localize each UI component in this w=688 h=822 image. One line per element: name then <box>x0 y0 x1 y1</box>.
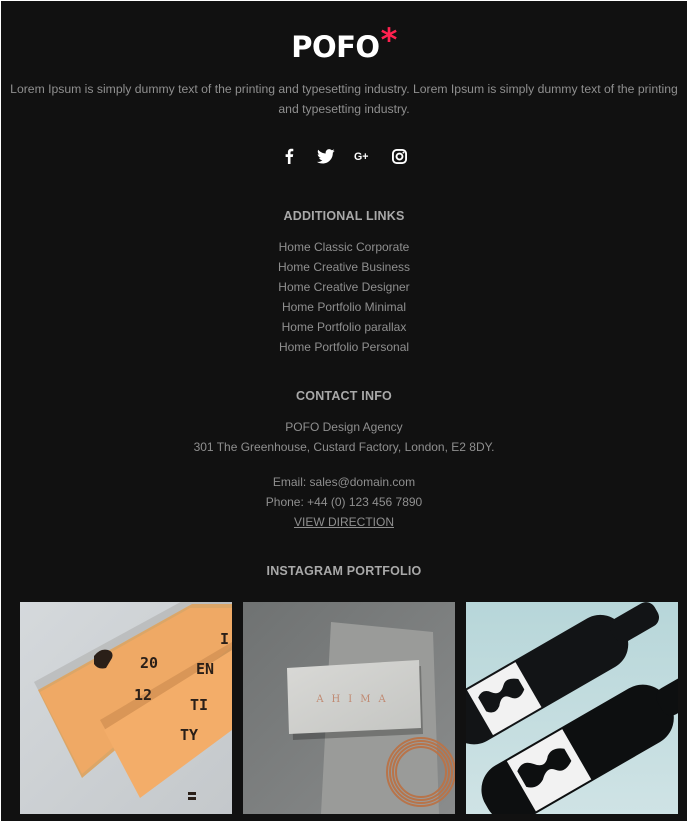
brand-name: POFO <box>291 30 380 64</box>
social-links: G+ <box>1 147 687 165</box>
facebook-icon[interactable] <box>280 147 298 165</box>
link-home-creative-designer[interactable]: Home Creative Designer <box>1 277 687 297</box>
instagram-icon[interactable] <box>391 147 409 165</box>
contact-details-block: Email: sales@domain.com Phone: +44 (0) 1… <box>1 472 687 532</box>
booklet-letter: TI <box>190 696 208 714</box>
additional-links-heading: ADDITIONAL LINKS <box>283 209 405 223</box>
booklet-letter: I <box>220 630 229 648</box>
link-home-classic-corporate[interactable]: Home Classic Corporate <box>1 237 687 257</box>
booklet-letter: TY <box>180 726 198 744</box>
company-address: 301 The Greenhouse, Custard Factory, Lon… <box>193 440 495 454</box>
instagram-portfolio-heading: INSTAGRAM PORTFOLIO <box>266 564 422 578</box>
view-direction-link[interactable]: VIEW DIRECTION <box>294 515 394 529</box>
contact-phone: Phone: +44 (0) 123 456 7890 <box>265 495 423 509</box>
business-card-text: AHIMA <box>315 694 393 705</box>
contact-email[interactable]: Email: sales@domain.com <box>1 472 687 492</box>
booklet-letter: 20 <box>140 654 158 672</box>
business-card-image[interactable]: AHIMA <box>243 602 455 814</box>
link-home-creative-business[interactable]: Home Creative Business <box>1 257 687 277</box>
footer: POFO* Lorem Ipsum is simply dummy text o… <box>1 1 687 821</box>
brand-logo[interactable]: POFO* <box>1 23 687 64</box>
company-name: POFO Design Agency <box>285 420 403 434</box>
instagram-grid: I EN 20 TI 12 TY AHIMA <box>20 602 678 814</box>
wine-bottles-image[interactable] <box>466 602 678 814</box>
contact-info-heading: CONTACT INFO <box>296 389 392 403</box>
link-home-portfolio-minimal[interactable]: Home Portfolio Minimal <box>1 297 687 317</box>
additional-links-list: Home Classic Corporate Home Creative Bus… <box>1 237 687 357</box>
brand-asterisk: * <box>380 21 398 59</box>
booklet-letter: EN <box>196 660 214 678</box>
link-home-portfolio-personal[interactable]: Home Portfolio Personal <box>1 337 687 357</box>
google-plus-icon[interactable]: G+ <box>354 147 372 165</box>
twitter-icon[interactable] <box>316 147 335 165</box>
about-text: Lorem Ipsum is simply dummy text of the … <box>10 82 678 116</box>
svg-text:G+: G+ <box>354 151 368 163</box>
contact-address-block: POFO Design Agency 301 The Greenhouse, C… <box>1 417 687 457</box>
orange-identity-booklet-image[interactable]: I EN 20 TI 12 TY <box>20 602 232 814</box>
booklet-letter: 12 <box>134 686 152 704</box>
link-home-portfolio-parallax[interactable]: Home Portfolio parallax <box>1 317 687 337</box>
